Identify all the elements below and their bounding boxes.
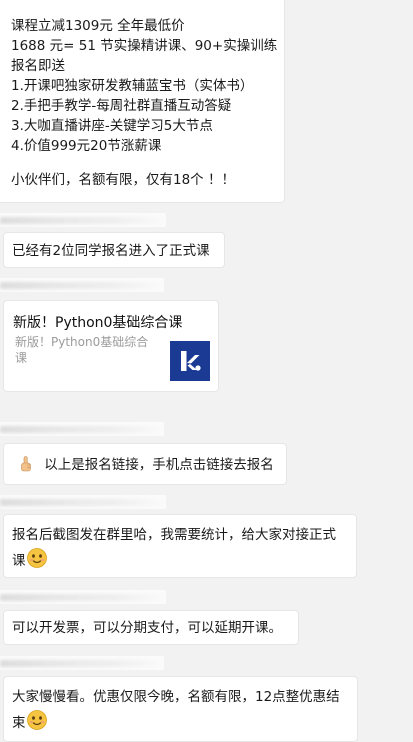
message-bubble: 可以开发票，可以分期支付，可以延期开课。 (3, 610, 299, 645)
link-card-title: 新版！Python0基础综合课 (13, 315, 183, 331)
message-text: 以上是报名链接，手机点击链接去报名 (44, 457, 274, 473)
sender-name-blurred (0, 495, 166, 509)
promo-line: 1.开课吧独家研发教辅蓝宝书（实体书） (11, 78, 254, 94)
smiling-face-emoji (26, 547, 48, 577)
message-text: 已经有2位同学报名进入了正式课 (12, 243, 210, 259)
promo-message-bubble: 课程立减1309元 全年最低价 1688 元= 51 节实操精讲课、90+实操训… (0, 0, 285, 203)
promo-line: 4.价值999元20节涨薪课 (11, 138, 162, 154)
message-bubble: 以上是报名链接，手机点击链接去报名 (3, 443, 287, 485)
promo-line: 课程立减1309元 全年最低价 (11, 18, 185, 34)
promo-line: 1688 元= 51 节实操精讲课、90+实操训练 (11, 38, 278, 54)
sender-name-blurred (0, 656, 164, 670)
pointing-up-hand-emoji (17, 455, 35, 479)
sender-name-blurred (0, 278, 164, 292)
message-text: 大家慢慢看。优惠仅限今晚，名额有限，12点整优惠结 (12, 689, 340, 705)
link-card[interactable]: 新版！Python0基础综合课 新版！Python0基础综合课 (3, 300, 219, 392)
link-card-description: 新版！Python0基础综合课 (15, 335, 149, 365)
message-text: 课 (12, 553, 26, 569)
message-bubble: 大家慢慢看。优惠仅限今晚，名额有限，12点整优惠结 束 (3, 676, 358, 742)
promo-line: 3.大咖直播讲座-关键学习5大节点 (11, 118, 213, 134)
message-bubble: 已经有2位同学报名进入了正式课 (3, 232, 225, 268)
message-bubble: 报名后截图发在群里哈，我需要统计，给大家对接正式 课 (3, 514, 357, 578)
message-text: 可以开发票，可以分期支付，可以延期开课。 (12, 620, 282, 636)
sender-name-blurred (0, 590, 166, 604)
message-text: 束 (12, 715, 26, 731)
promo-closing: 小伙伴们，名额有限，仅有18个 ！！ (11, 172, 235, 188)
app-logo-icon (170, 341, 210, 381)
promo-line: 报名即送 (11, 58, 65, 74)
smiling-face-emoji (26, 709, 48, 739)
message-text: 报名后截图发在群里哈，我需要统计，给大家对接正式 (12, 527, 336, 543)
promo-line: 2.手把手教学-每周社群直播互动答疑 (11, 98, 232, 114)
sender-name-blurred (0, 213, 166, 227)
sender-name-blurred (0, 422, 164, 436)
